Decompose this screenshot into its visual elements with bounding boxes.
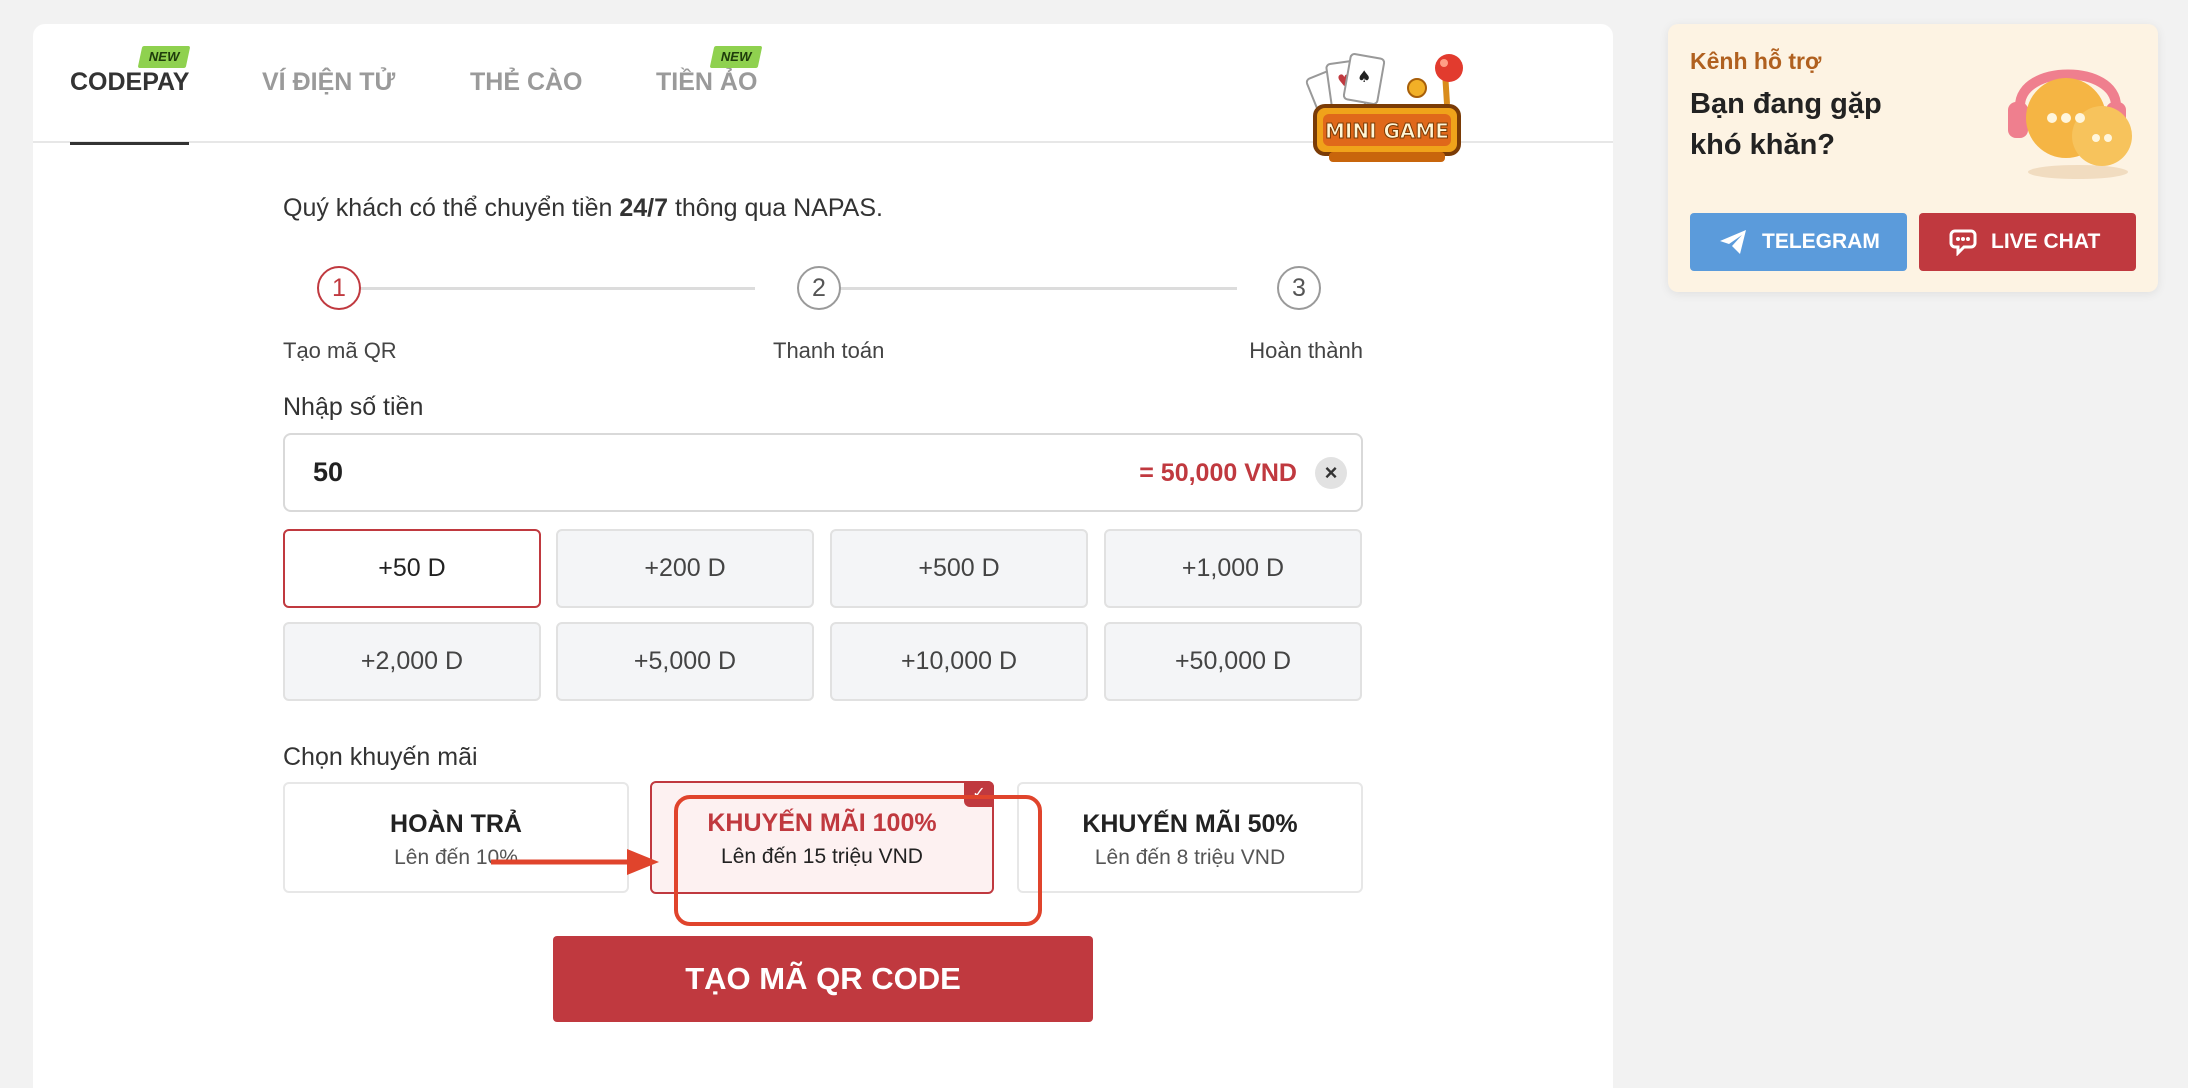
headset-chat-icon: [2008, 69, 2132, 179]
promo-subtitle: Lên đến 8 triệu VND: [1094, 846, 1286, 869]
amount-input[interactable]: [313, 457, 913, 488]
quick-amount-1000[interactable]: +1,000 D: [1104, 529, 1362, 608]
new-badge: NEW: [709, 46, 763, 68]
clear-amount-button[interactable]: ×: [1315, 457, 1347, 489]
tab-label: TIỀN ẢO: [656, 68, 758, 96]
step-connector: [839, 287, 1237, 290]
step-1-indicator: 1: [317, 266, 361, 310]
promo-title: KHUYẾN MÃI 100%: [707, 809, 937, 837]
new-badge: NEW: [137, 46, 191, 68]
support-panel: Kênh hỗ trợ Bạn đang gặp khó khăn? TELEG…: [1668, 24, 2158, 292]
live-chat-button[interactable]: LIVE CHAT: [1919, 213, 2136, 271]
logo-text: MINI GAME: [1325, 119, 1449, 143]
promo-title: KHUYẾN MÃI 50%: [1082, 810, 1298, 838]
quick-amount-50[interactable]: +50 D: [283, 529, 541, 608]
promotion-label: Chọn khuyến mãi: [283, 743, 478, 771]
mini-game-logo[interactable]: ♥ ♠ MINI GAME: [1299, 44, 1474, 172]
quick-amount-50000[interactable]: +50,000 D: [1104, 622, 1362, 701]
step-2-indicator: 2: [797, 266, 841, 310]
active-tab-underline: [70, 142, 190, 145]
tab-label: CODEPAY: [70, 68, 190, 96]
quick-amount-200[interactable]: +200 D: [556, 529, 814, 608]
tab-scratch-card[interactable]: THẺ CÀO: [470, 68, 583, 143]
amount-label: Nhập số tiền: [283, 393, 424, 421]
telegram-button[interactable]: TELEGRAM: [1690, 213, 1907, 271]
paper-plane-icon: [1720, 230, 1746, 254]
create-qr-code-button[interactable]: TẠO MÃ QR CODE: [553, 936, 1093, 1022]
telegram-label: TELEGRAM: [1762, 230, 1880, 253]
promo-subtitle: Lên đến 15 triệu VND: [721, 845, 923, 868]
quick-amount-500[interactable]: +500 D: [830, 529, 1088, 608]
step-3-label: Hoàn thành: [1249, 338, 1363, 363]
progress-steps: 1 2 3 Tạo mã QR Thanh toán Hoàn thành: [283, 266, 1363, 376]
amount-field[interactable]: = 50,000 VND ×: [283, 433, 1363, 512]
tab-codepay[interactable]: NEW CODEPAY: [70, 46, 191, 145]
step-1-label: Tạo mã QR: [283, 338, 397, 363]
tab-label: VÍ ĐIỆN TỬ: [262, 68, 396, 96]
intro-text-after: thông qua NAPAS.: [668, 194, 883, 222]
step-2-label: Thanh toán: [773, 338, 885, 363]
payment-panel: NEW CODEPAY VÍ ĐIỆN TỬ THẺ CÀO NEW TIỀN …: [33, 24, 1613, 1088]
intro-text-before: Quý khách có thể chuyển tiền: [283, 194, 620, 222]
svg-text:♠: ♠: [1357, 67, 1371, 86]
live-chat-label: LIVE CHAT: [1991, 230, 2101, 253]
chat-icon: [1949, 229, 1977, 256]
promo-option-100[interactable]: KHUYẾN MÃI 100% Lên đến 15 triệu VND ✓: [650, 781, 994, 894]
support-kicker: Kênh hỗ trợ: [1690, 48, 1822, 74]
tab-e-wallet[interactable]: VÍ ĐIỆN TỬ: [262, 68, 395, 143]
step-connector: [357, 287, 755, 290]
support-title: Bạn đang gặp khó khăn?: [1690, 88, 1882, 161]
quick-amount-5000[interactable]: +5,000 D: [556, 622, 814, 701]
intro-text-highlight: 24/7: [619, 194, 668, 222]
close-icon: ×: [1324, 460, 1338, 485]
promo-option-50[interactable]: KHUYẾN MÃI 50% Lên đến 8 triệu VND: [1017, 782, 1363, 893]
quick-amount-2000[interactable]: +2,000 D: [283, 622, 541, 701]
selected-check-icon: ✓: [964, 781, 994, 807]
tab-crypto[interactable]: NEW TIỀN ẢO: [656, 46, 763, 143]
converted-amount: = 50,000 VND: [1139, 459, 1297, 487]
intro-text: Quý khách có thể chuyển tiền 24/7 thông …: [283, 194, 883, 223]
annotation-arrow-icon: [491, 849, 659, 875]
tab-label: THẺ CÀO: [470, 68, 583, 96]
joystick-icon: [1407, 54, 1463, 105]
step-3-indicator: 3: [1277, 266, 1321, 310]
promo-title: HOÀN TRẢ: [390, 810, 522, 838]
quick-amount-10000[interactable]: +10,000 D: [830, 622, 1088, 701]
